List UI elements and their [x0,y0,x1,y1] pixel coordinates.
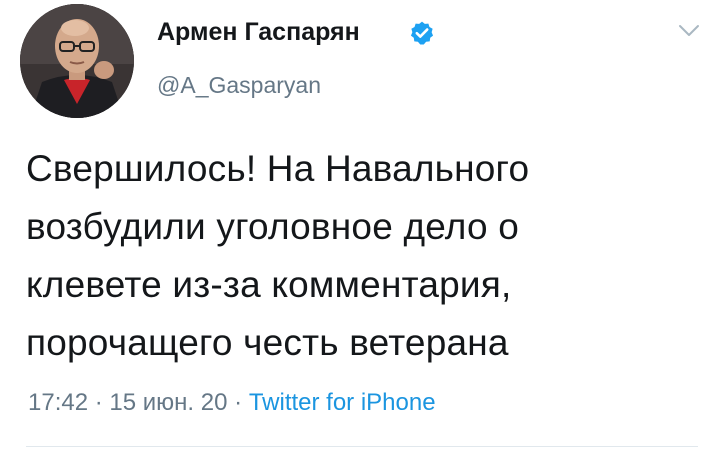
tweet-meta: 17:42 · 15 июн. 20 · Twitter for iPhone [28,389,436,417]
meta-separator: · [234,389,243,416]
meta-separator: · [94,389,103,416]
tweet-source-link[interactable]: Twitter for iPhone [249,389,436,416]
verified-badge-icon [410,21,434,45]
divider [26,446,698,447]
tweet-card: Армен Гаспарян @A_Gasparyan Свершилось! … [0,0,720,468]
tweet-text-line: возбудили уголовное дело о [26,206,520,247]
author-handle[interactable]: @A_Gasparyan [157,72,321,99]
author-display-name[interactable]: Армен Гаспарян [157,18,360,47]
tweet-text: Свершилось! На Навального возбудили угол… [26,140,706,372]
tweet-date[interactable]: 15 июн. 20 [109,389,227,416]
avatar-portrait-icon [20,4,134,118]
avatar[interactable] [20,4,134,118]
tweet-text-line: Свершилось! На Навального [26,148,530,189]
tweet-time[interactable]: 17:42 [28,389,88,416]
tweet-text-line: клевете из-за комментария, [26,264,512,305]
chevron-down-icon[interactable] [678,24,700,38]
tweet-text-line: порочащего честь ветерана [26,322,509,363]
